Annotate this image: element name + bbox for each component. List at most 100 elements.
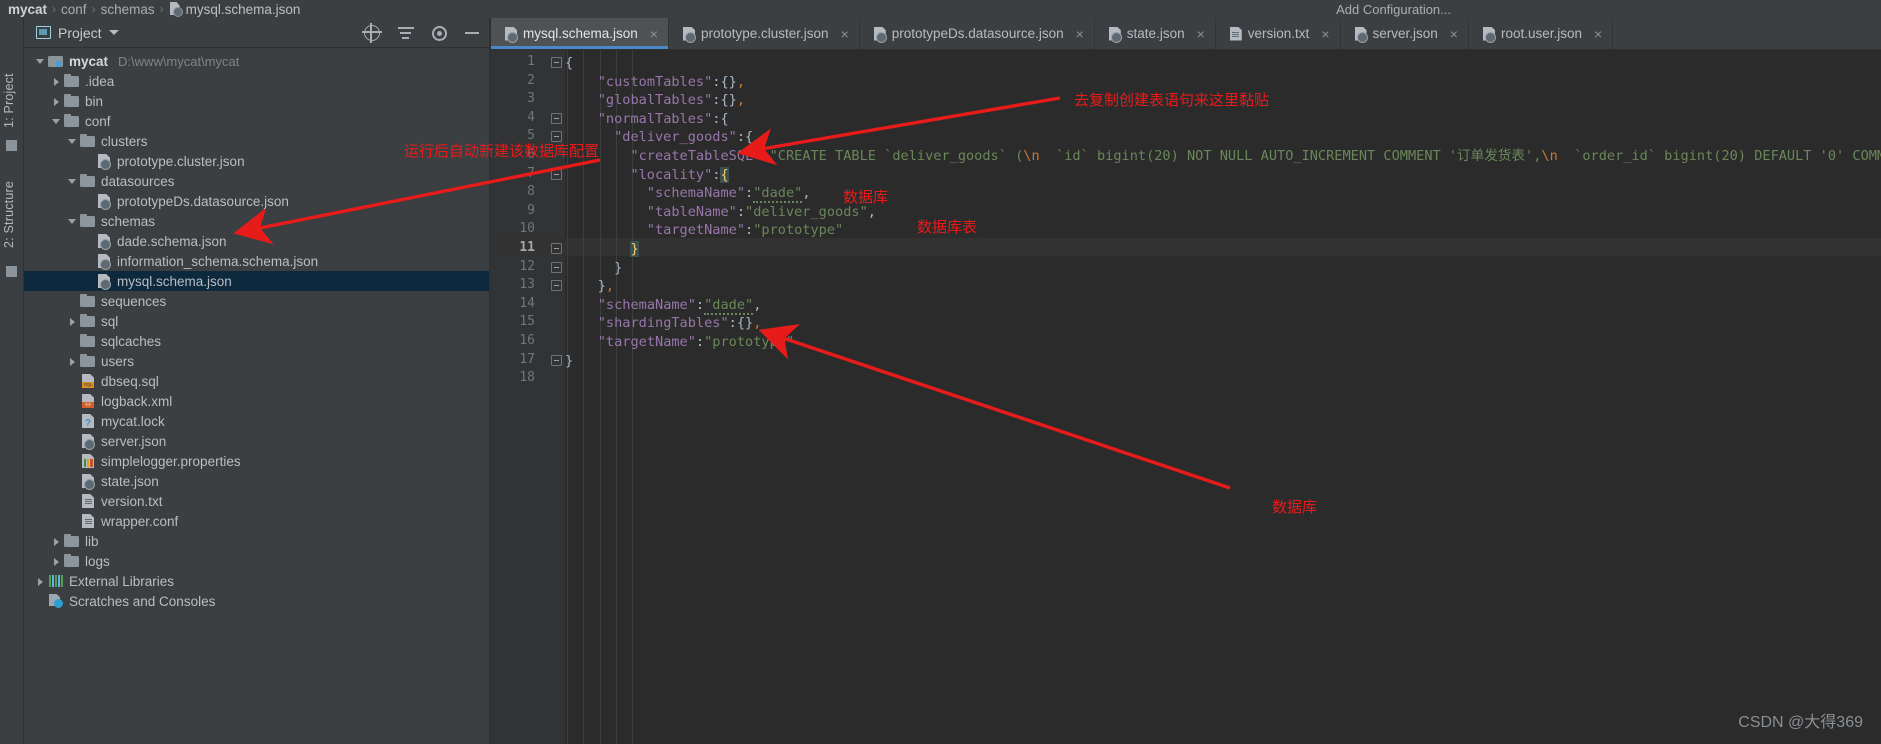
code-token: {} <box>720 92 737 109</box>
tree-twisty-down-icon[interactable] <box>50 115 63 128</box>
code-fold-toggle[interactable] <box>551 112 562 124</box>
editor-tab[interactable]: prototype.cluster.json × <box>669 18 860 49</box>
tree-twisty-right-icon[interactable] <box>66 315 79 328</box>
code-line[interactable]: "customTables":{}, <box>598 73 745 91</box>
tree-twisty-right-icon[interactable] <box>50 75 63 88</box>
tree-twisty-down-icon[interactable] <box>34 55 47 68</box>
tree-node[interactable]: users <box>24 351 489 371</box>
code-line[interactable]: } <box>630 240 639 258</box>
code-line[interactable]: "deliver_goods":{ <box>614 128 753 146</box>
code-line[interactable]: "locality":{ <box>630 166 729 184</box>
code-line[interactable]: "targetName":"prototype" <box>598 333 794 351</box>
code-line[interactable]: "schemaName":"dade", <box>647 184 811 204</box>
tree-twisty-down-icon[interactable] <box>66 135 79 148</box>
tree-node[interactable]: sqlcaches <box>24 331 489 351</box>
code-line[interactable]: "targetName":"prototype" <box>647 221 843 239</box>
tree-node[interactable]: mycat D:\www\mycat\mycat <box>24 51 489 71</box>
tree-node[interactable]: Scratches and Consoles <box>24 591 489 611</box>
tree-node[interactable]: .idea <box>24 71 489 91</box>
code-line[interactable]: { <box>565 54 573 72</box>
close-icon[interactable]: × <box>1450 27 1458 41</box>
close-icon[interactable]: × <box>1197 27 1205 41</box>
tree-node[interactable]: schemas <box>24 211 489 231</box>
tree-node-label: bin <box>85 93 104 109</box>
tree-node[interactable]: conf <box>24 111 489 131</box>
tree-node[interactable]: information_schema.schema.json <box>24 251 489 271</box>
tree-node[interactable]: bin <box>24 91 489 111</box>
editor-tab[interactable]: root.user.json × <box>1469 18 1614 49</box>
tree-node[interactable]: logback.xml <box>24 391 489 411</box>
tree-twisty-right-icon[interactable] <box>66 355 79 368</box>
code-fold-toggle[interactable] <box>551 261 562 273</box>
tree-node[interactable]: datasources <box>24 171 489 191</box>
close-icon[interactable]: × <box>1321 27 1329 41</box>
tree-node[interactable]: logs <box>24 551 489 571</box>
close-icon[interactable]: × <box>1594 27 1602 41</box>
editor-tab[interactable]: state.json × <box>1095 18 1216 49</box>
annotation-text: 数据库表 <box>917 218 978 236</box>
minimize-icon[interactable] <box>465 32 479 34</box>
chevron-down-icon[interactable] <box>108 30 119 35</box>
editor-tab[interactable]: version.txt × <box>1216 18 1341 49</box>
add-configuration-button[interactable]: Add Configuration... <box>1336 2 1451 17</box>
code-line[interactable]: "globalTables":{}, <box>598 91 745 109</box>
tree-node[interactable]: prototypeDs.datasource.json <box>24 191 489 211</box>
tree-node[interactable]: server.json <box>24 431 489 451</box>
code-token: `order_id` bigint(20) DEFAULT '0' COMME <box>1557 148 1881 164</box>
tool-window-structure[interactable]: 2: Structure <box>2 148 22 248</box>
close-icon[interactable]: × <box>841 27 849 41</box>
code-fold-toggle[interactable] <box>551 243 562 254</box>
tree-twisty-right-icon[interactable] <box>50 535 63 548</box>
tree-node[interactable]: External Libraries <box>24 571 489 591</box>
tree-node[interactable]: version.txt <box>24 491 489 511</box>
code-line[interactable]: "shardingTables":{}, <box>598 314 762 332</box>
code-line[interactable]: "normalTables":{ <box>598 110 729 128</box>
tree-twisty-right-icon[interactable] <box>50 555 63 568</box>
tree-node-label: server.json <box>101 433 167 449</box>
gear-icon[interactable] <box>432 25 447 41</box>
editor-tab-label: state.json <box>1126 26 1185 41</box>
tree-node[interactable]: dbseq.sql <box>24 371 489 391</box>
code-editor[interactable]: 1{2 "customTables":{}, 3 "globalTables":{},… <box>491 50 1881 744</box>
editor-tab-bar[interactable]: mysql.schema.json × prototype.cluster.json… <box>491 18 1881 50</box>
tree-twisty-right-icon[interactable] <box>34 575 47 588</box>
close-icon[interactable]: × <box>650 27 658 41</box>
code-fold-toggle[interactable] <box>551 354 562 366</box>
editor-tab[interactable]: mysql.schema.json × <box>491 18 669 49</box>
tree-node[interactable]: sequences <box>24 291 489 311</box>
code-line[interactable]: "createTableSQL":"CREATE TABLE `deliver_… <box>630 147 1881 165</box>
tree-node[interactable]: dade.schema.json <box>24 231 489 251</box>
indent-guide <box>616 50 618 744</box>
tree-twisty-right-icon[interactable] <box>50 95 63 108</box>
target-icon[interactable] <box>362 23 382 43</box>
code-fold-toggle[interactable] <box>551 57 562 68</box>
code-line[interactable]: } <box>614 259 622 277</box>
tree-node[interactable]: wrapper.conf <box>24 511 489 531</box>
close-icon[interactable]: × <box>1076 27 1084 41</box>
tool-window-project[interactable]: 1: Project <box>2 42 22 128</box>
code-line[interactable]: "tableName":"deliver_goods", <box>647 203 876 221</box>
tree-twisty-down-icon[interactable] <box>66 175 79 188</box>
tree-node[interactable]: lib <box>24 531 489 551</box>
breadcrumb-file[interactable]: mysql.schema.json <box>186 2 301 17</box>
tree-node[interactable]: sql <box>24 311 489 331</box>
code-line[interactable]: "schemaName":"dade", <box>598 296 761 315</box>
tree-node[interactable]: simplelogger.properties <box>24 451 489 471</box>
breadcrumb-conf[interactable]: conf <box>61 2 87 17</box>
tree-twisty-down-icon[interactable] <box>66 215 79 228</box>
code-line[interactable]: }, <box>598 277 614 295</box>
tree-node[interactable]: mysql.schema.json <box>24 271 489 291</box>
editor-tab[interactable]: prototypeDs.datasource.json × <box>860 18 1095 49</box>
code-fold-toggle[interactable] <box>551 280 562 292</box>
editor-tab[interactable]: server.json × <box>1341 18 1469 49</box>
breadcrumb-schemas[interactable]: schemas <box>101 2 155 17</box>
tree-node[interactable]: mycat.lock <box>24 411 489 431</box>
code-token: } <box>630 241 639 257</box>
collapse-all-icon[interactable] <box>398 26 414 40</box>
breadcrumb-project[interactable]: mycat <box>8 2 47 17</box>
tree-node[interactable]: state.json <box>24 471 489 491</box>
code-fold-toggle[interactable] <box>551 168 562 180</box>
code-line[interactable]: } <box>565 352 573 370</box>
